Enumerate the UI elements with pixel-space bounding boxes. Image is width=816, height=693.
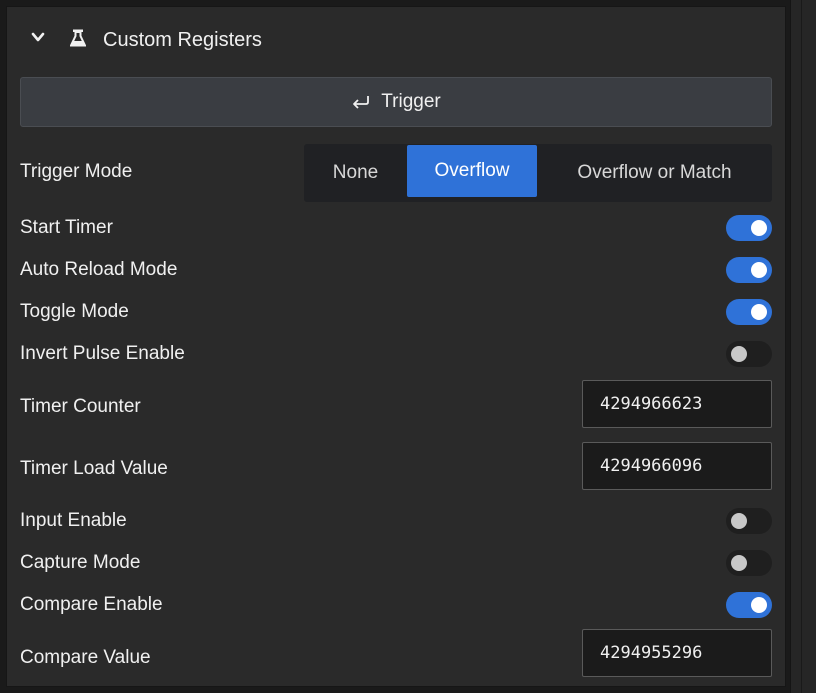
toggle-knob — [731, 346, 747, 362]
invert-pulse-enable-toggle[interactable] — [726, 341, 772, 367]
toggle-knob — [751, 597, 767, 613]
capture-mode-label: Capture Mode — [20, 552, 141, 573]
trigger-mode-option-overflow[interactable]: Overflow — [407, 145, 537, 197]
toggle-mode-toggle[interactable] — [726, 299, 772, 325]
toggle-knob — [731, 513, 747, 529]
trigger-mode-segmented-control: None Overflow Overflow or Match — [304, 144, 772, 202]
toggle-knob — [751, 220, 767, 236]
toggle-mode-label: Toggle Mode — [20, 301, 129, 322]
timer-load-value-label: Timer Load Value — [20, 458, 168, 479]
auto-reload-mode-toggle[interactable] — [726, 257, 772, 283]
invert-pulse-enable-label: Invert Pulse Enable — [20, 343, 185, 364]
trigger-button[interactable]: Trigger — [20, 77, 772, 127]
timer-counter-label: Timer Counter — [20, 396, 141, 417]
app-frame: Custom Registers Trigger Trigger Mode No… — [0, 0, 816, 693]
enter-return-icon — [353, 96, 370, 109]
section-header[interactable]: Custom Registers — [7, 7, 785, 69]
trigger-mode-option-overflow-or-match[interactable]: Overflow or Match — [537, 144, 772, 202]
auto-reload-mode-label: Auto Reload Mode — [20, 259, 178, 280]
start-timer-toggle[interactable] — [726, 215, 772, 241]
toggle-knob — [751, 262, 767, 278]
compare-value-label: Compare Value — [20, 647, 151, 668]
trigger-mode-label: Trigger Mode — [20, 161, 133, 182]
toggle-knob — [751, 304, 767, 320]
timer-counter-input[interactable] — [582, 380, 772, 428]
chevron-down-icon[interactable] — [31, 30, 45, 44]
compare-value-input[interactable] — [582, 629, 772, 677]
toggle-knob — [731, 555, 747, 571]
rail-divider — [801, 0, 802, 693]
trigger-button-label: Trigger — [381, 91, 441, 112]
compare-enable-label: Compare Enable — [20, 594, 163, 615]
compare-enable-toggle[interactable] — [726, 592, 772, 618]
flask-icon — [70, 29, 86, 47]
input-enable-toggle[interactable] — [726, 508, 772, 534]
start-timer-label: Start Timer — [20, 217, 113, 238]
input-enable-label: Input Enable — [20, 510, 127, 531]
side-scroll-rail — [790, 0, 816, 693]
capture-mode-toggle[interactable] — [726, 550, 772, 576]
custom-registers-panel: Custom Registers Trigger Trigger Mode No… — [6, 6, 786, 687]
trigger-mode-option-none[interactable]: None — [304, 144, 407, 202]
section-title: Custom Registers — [103, 29, 262, 51]
timer-load-value-input[interactable] — [582, 442, 772, 490]
